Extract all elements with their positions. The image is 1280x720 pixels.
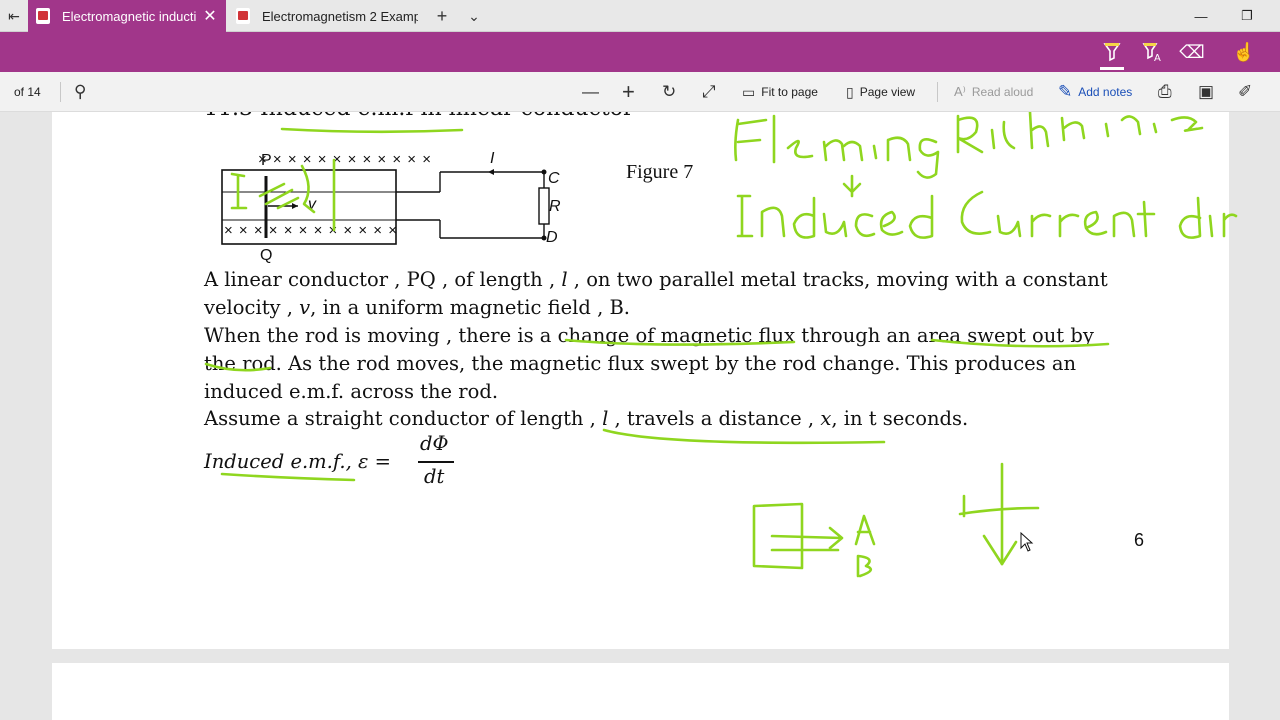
read-aloud-label: Read aloud [971, 85, 1034, 99]
page-count: of 14 [14, 72, 41, 112]
search-button[interactable]: ⚲ [74, 72, 86, 112]
pen-glyph [1103, 43, 1121, 62]
save-as-icon: ✐ [1238, 82, 1253, 101]
fit-to-page-button[interactable]: ▭ Fit to page [742, 72, 818, 112]
zoom-in-button[interactable]: + [622, 72, 635, 112]
minus-icon: — [582, 82, 599, 101]
chevron-down-icon[interactable]: ⌄ [460, 0, 488, 32]
rotate-icon: ↻ [662, 82, 677, 101]
tab-electromagnetism-2[interactable]: Electromagnetism 2 Exampl [228, 0, 426, 32]
tab-title: Electromagnetism 2 Exampl [262, 8, 418, 24]
tab-title: Electromagnetic inducti [62, 8, 196, 24]
rotate-button[interactable]: ↻ [662, 72, 676, 112]
plus-icon: + [622, 79, 635, 104]
zoom-out-button[interactable]: — [582, 72, 599, 112]
reader-toolbar: of 14 ⚲ — + ↻ ⤢ ▭ Fit to page ▯ Page vie… [0, 72, 1280, 112]
new-tab-icon[interactable]: + [428, 0, 456, 32]
read-aloud-icon: A⁾ [954, 84, 966, 99]
page-of-label: of 14 [14, 85, 41, 99]
ink-annotations [204, 112, 1238, 578]
tab-actions-icon[interactable]: ⇤ [0, 0, 28, 32]
print-icon: ⎙ [1158, 82, 1172, 101]
print-button[interactable]: ⎙ [1158, 72, 1172, 112]
eraser-icon[interactable]: ⌫ [1172, 32, 1212, 72]
add-notes-label: Add notes [1078, 85, 1133, 99]
fullscreen-button[interactable]: ⤢ [702, 72, 716, 112]
restore-icon[interactable]: ❐ [1224, 0, 1270, 32]
mouse-cursor-icon [1020, 531, 1034, 552]
save-icon: ▣ [1198, 82, 1215, 101]
pdf-page: 11.3 Induced e.m.f in linear conductor ×… [52, 112, 1238, 649]
tab-strip: ⇤ Electromagnetic inducti ✕ Electromagne… [0, 0, 1280, 32]
search-icon: ⚲ [74, 82, 87, 101]
svg-text:A: A [1154, 53, 1161, 64]
pdf-page-next [52, 663, 1229, 720]
pen-icon[interactable] [1092, 32, 1132, 72]
touch-writing-icon[interactable]: ☝ [1224, 32, 1264, 72]
add-notes-button[interactable]: ✎ Add notes [1058, 72, 1132, 112]
highlighter-icon[interactable]: A [1132, 32, 1172, 72]
page-view-icon: ▯ [846, 83, 854, 100]
ink-toolbar: A ⌫ ☝ [0, 32, 1280, 72]
page-view-button[interactable]: ▯ Page view [846, 72, 915, 112]
read-aloud-button[interactable]: A⁾ Read aloud [954, 72, 1033, 112]
tab-electromagnetic-induction[interactable]: Electromagnetic inducti ✕ [28, 0, 226, 32]
pdf-icon [236, 8, 250, 24]
pen-icon: ✎ [1058, 82, 1073, 101]
save-button[interactable]: ▣ [1198, 72, 1214, 112]
highlighter-glyph: A [1142, 43, 1161, 64]
divider [937, 82, 938, 102]
page-view-label: Page view [859, 85, 916, 99]
save-as-button[interactable]: ✐ [1238, 72, 1252, 112]
document-viewer[interactable]: 11.3 Induced e.m.f in linear conductor ×… [0, 112, 1280, 720]
fit-page-icon: ▭ [742, 83, 756, 100]
expand-icon: ⤢ [702, 82, 716, 101]
fit-to-page-label: Fit to page [761, 85, 818, 99]
close-tab-icon[interactable]: ✕ [196, 6, 224, 26]
divider [60, 82, 61, 102]
pdf-icon [36, 8, 50, 24]
minimize-icon[interactable]: — [1178, 0, 1224, 32]
